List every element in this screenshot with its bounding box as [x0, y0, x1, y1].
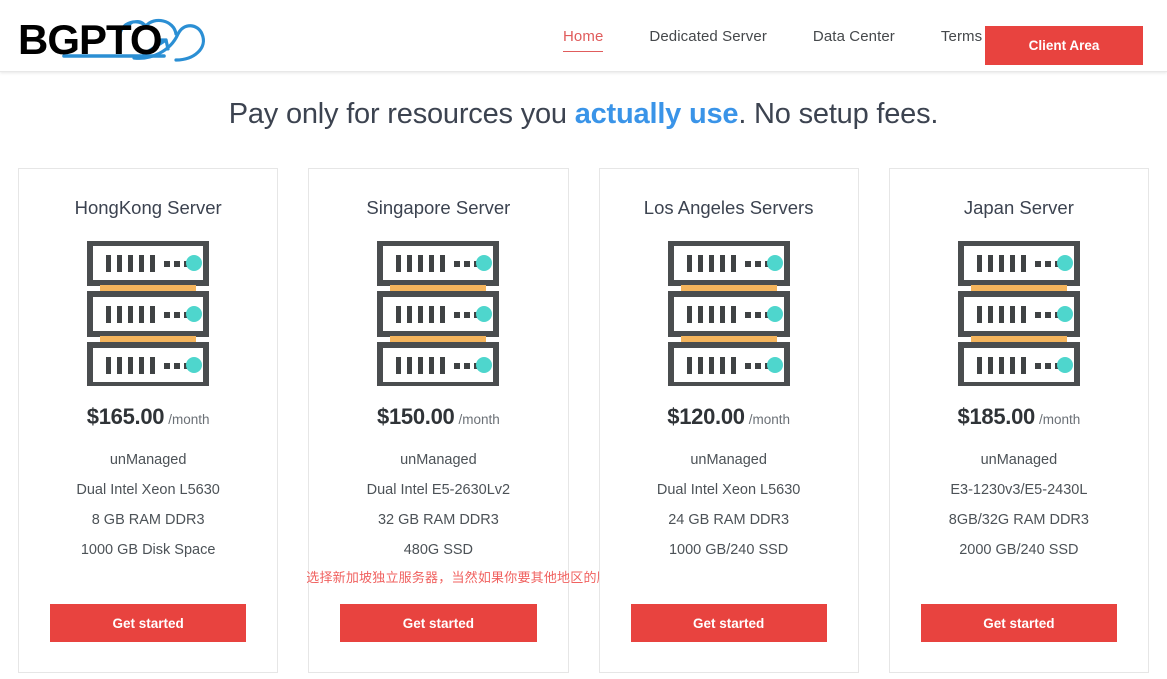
spec-item: unManaged	[109, 452, 187, 468]
server-rack-icon	[890, 241, 1148, 389]
headline-accent: actually use	[574, 98, 739, 130]
spec-item: E3-1230v3/E5-2430L	[950, 482, 1088, 498]
card-title: HongKong Server	[74, 197, 222, 218]
spec-item: 8GB/32G RAM DDR3	[948, 512, 1089, 528]
price-period: /month	[1038, 412, 1081, 427]
nav-item-dedicated-server[interactable]: Dedicated Server	[626, 28, 790, 45]
nav-item-data-center[interactable]: Data Center	[790, 28, 918, 45]
server-rack-icon	[600, 241, 858, 389]
spec-item: 1000 GB/240 SSD	[668, 542, 789, 558]
spec-item: Dual Intel Xeon L5630	[656, 482, 801, 498]
price-row: $165.00/month	[19, 404, 277, 430]
card-title: Los Angeles Servers	[643, 197, 814, 218]
server-rack-icon	[19, 241, 277, 389]
spec-item: Dual Intel Xeon L5630	[76, 482, 220, 498]
page-headline: Pay only for resources you actually use.…	[0, 98, 1167, 131]
main-nav: Home Dedicated Server Data Center Terms …	[540, 0, 1051, 72]
spec-item: 8 GB RAM DDR3	[91, 512, 205, 528]
price-row: $185.00/month	[890, 404, 1148, 430]
pricing-card[interactable]: Singapore Server $150.00 /month unManage…	[306, 168, 728, 673]
price-amount: $185.00	[957, 404, 1036, 429]
pricing-card[interactable]: Los Angeles Servers $120.00 /month unMan…	[598, 168, 859, 673]
spec-item: 480G SSD	[403, 542, 474, 558]
pricing-card[interactable]: Japan Server $185.00 /month unManaged E3…	[888, 168, 1149, 673]
spec-item: 32 GB RAM DDR3	[377, 512, 499, 528]
logo[interactable]: BGPTO	[16, 10, 242, 65]
spec-item: unManaged	[400, 452, 477, 468]
price-amount: $150.00	[377, 404, 455, 429]
client-area-button[interactable]: Client Area	[985, 26, 1143, 65]
price-amount: $120.00	[667, 404, 745, 429]
spec-item: Dual Intel E5-2630Lv2	[366, 482, 511, 498]
get-started-button[interactable]: Get started	[920, 604, 1117, 642]
spec-item: 1000 GB Disk Space	[80, 542, 216, 558]
logo-wordmark: BGPTO	[18, 16, 162, 63]
spec-item: unManaged	[980, 452, 1058, 468]
spec-item: 2000 GB/240 SSD	[959, 542, 1079, 558]
price-period: /month	[458, 412, 500, 427]
spec-item: 24 GB RAM DDR3	[668, 512, 790, 528]
headline-after: . No setup fees.	[738, 98, 939, 130]
pricing-card[interactable]: HongKong Server $165.00 /month unManaged…	[18, 168, 279, 673]
headline-before: Pay only for resources you	[228, 98, 575, 130]
spec-item: unManaged	[690, 452, 767, 468]
price-row: $120.00/month	[600, 404, 858, 430]
site-header: BGPTO Home Dedicated Server Data Center …	[0, 0, 1167, 72]
price-period: /month	[168, 412, 210, 427]
spec-list: unManaged E3-1230v3/E5-2430L 8GB/32G RAM…	[890, 445, 1148, 565]
spec-list: unManaged Dual Intel Xeon L5630 24 GB RA…	[600, 445, 858, 565]
card-title: Singapore Server	[366, 197, 511, 218]
price-period: /month	[748, 412, 790, 427]
get-started-button[interactable]: Get started	[340, 604, 537, 642]
get-started-button[interactable]: Get started	[50, 604, 247, 642]
nav-item-home[interactable]: Home	[540, 28, 626, 52]
spec-list: unManaged Dual Intel E5-2630Lv2 32 GB RA…	[309, 445, 567, 565]
get-started-button[interactable]: Get started	[630, 604, 827, 642]
price-amount: $165.00	[86, 404, 165, 429]
card-title: Japan Server	[963, 197, 1074, 218]
price-row: $150.00/month	[309, 404, 567, 430]
spec-list: unManaged Dual Intel Xeon L5630 8 GB RAM…	[19, 445, 277, 565]
pricing-card-list: HongKong Server $165.00 /month unManaged…	[18, 168, 1149, 673]
server-rack-icon	[309, 241, 567, 389]
